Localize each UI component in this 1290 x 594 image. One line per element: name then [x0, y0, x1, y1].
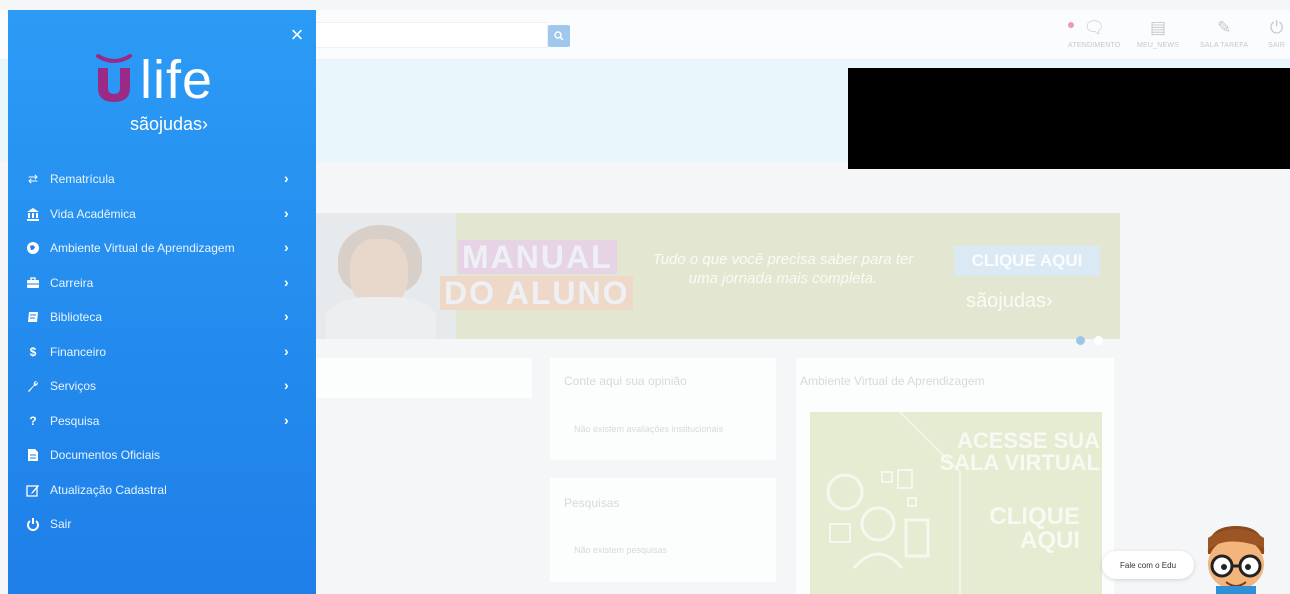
briefcase-icon [26, 276, 40, 290]
banner-brand-logo: sãojudas› [966, 290, 1053, 312]
opinion-card-empty: Não existem avaliações institucionais [574, 424, 724, 434]
chevron-right-icon: › [284, 411, 289, 428]
virtual-room-cta1[interactable]: CLIQUE [930, 505, 1080, 529]
menu-item-sair[interactable]: Sair [8, 507, 316, 542]
news-icon: ▤ [1150, 18, 1167, 37]
virtual-room-cta2[interactable]: AQUI [930, 529, 1080, 553]
surveys-card-title: Pesquisas [564, 496, 620, 510]
chevron-right-icon: › [284, 204, 289, 221]
redacted-area [848, 68, 1290, 169]
carousel-dot-2[interactable] [1094, 336, 1103, 345]
student-photo [316, 213, 456, 339]
ulife-logo[interactable]: life sãojudas› [90, 36, 250, 146]
virtual-room-line2: SALA VIRTUAL [939, 450, 1100, 475]
institution-icon [26, 207, 40, 221]
surveys-card-empty: Não existem pesquisas [574, 545, 668, 555]
chevron-right-icon: › [284, 342, 289, 359]
edit-icon [26, 483, 40, 497]
menu-item-vida-academica[interactable]: Vida Acadêmica › [8, 197, 316, 232]
menu-item-biblioteca[interactable]: Biblioteca › [8, 300, 316, 335]
banner-tagline: Tudo o que você precisa saber para ter u… [652, 251, 914, 287]
menu-item-pesquisa[interactable]: ? Pesquisa › [8, 404, 316, 439]
toolbar-tarefa[interactable]: ✎ SALA TAREFA [1200, 18, 1248, 58]
toolbar-atendimento[interactable]: 🗨 ATENDIMENTO [1068, 18, 1121, 58]
banner-title-line1: MANUAL [458, 240, 617, 274]
edu-mascot-avatar[interactable] [1196, 520, 1276, 594]
left-card [316, 358, 532, 398]
banner-title-line2: DO ALUNO [440, 276, 634, 310]
search-button[interactable] [548, 25, 570, 47]
opinion-card-title: Conte aqui sua opinião [564, 374, 687, 388]
menu-item-servicos[interactable]: Serviços › [8, 369, 316, 404]
chevron-right-icon: › [284, 377, 289, 393]
search-icon [554, 31, 564, 41]
side-menu-list: ⇄ Rematrícula › Vida Acadêmica › Ambient… [8, 162, 316, 542]
dollar-icon: $ [29, 344, 37, 359]
banner-cta-button[interactable]: CLIQUE AQUI [954, 246, 1100, 276]
globe-icon [26, 241, 40, 255]
swap-icon: ⇄ [27, 172, 39, 187]
chat-icon: 🗨 [1083, 18, 1106, 37]
ulife-u-mark [96, 54, 132, 102]
menu-item-financeiro[interactable]: $ Financeiro › [8, 335, 316, 370]
menu-item-atualizacao-cadastral[interactable]: Atualização Cadastral [8, 473, 316, 508]
logo-text: life [140, 50, 214, 110]
menu-item-carreira[interactable]: Carreira › [8, 266, 316, 301]
surveys-card [550, 478, 776, 582]
chevron-right-icon: › [284, 273, 289, 290]
chat-bubble[interactable]: Fale com o Edu [1102, 551, 1194, 579]
toolbar-sair[interactable]: ⏻ SAIR [1268, 18, 1285, 58]
chevron-right-icon: › [284, 239, 289, 255]
carousel-dot-1[interactable] [1076, 336, 1085, 345]
close-menu-button[interactable]: × [286, 24, 308, 46]
chevron-right-icon: › [284, 308, 289, 324]
book-icon [26, 310, 40, 324]
side-menu: × life sãojudas› ⇄ Rematrícula › Vida Ac… [8, 10, 316, 594]
document-icon [26, 448, 40, 462]
search-input[interactable] [316, 22, 548, 48]
chevron-right-icon: › [284, 170, 289, 186]
edit-icon: ✎ [1217, 18, 1232, 37]
toolbar-news[interactable]: ▤ MEU_NEWS [1137, 18, 1179, 58]
logo-subtext: sãojudas› [130, 114, 209, 134]
power-icon: ⏻ [1269, 18, 1284, 37]
question-icon: ? [29, 413, 37, 428]
wrench-icon [26, 379, 40, 393]
virtual-room-line1: ACESSE SUA [956, 428, 1100, 453]
menu-item-ambiente-virtual[interactable]: Ambiente Virtual de Aprendizagem › [8, 231, 316, 266]
menu-item-rematricula[interactable]: ⇄ Rematrícula › [8, 162, 316, 197]
power-icon [26, 517, 40, 532]
virtual-card-title: Ambiente Virtual de Aprendizagem [800, 374, 985, 388]
menu-item-documentos-oficiais[interactable]: Documentos Oficiais [8, 438, 316, 473]
